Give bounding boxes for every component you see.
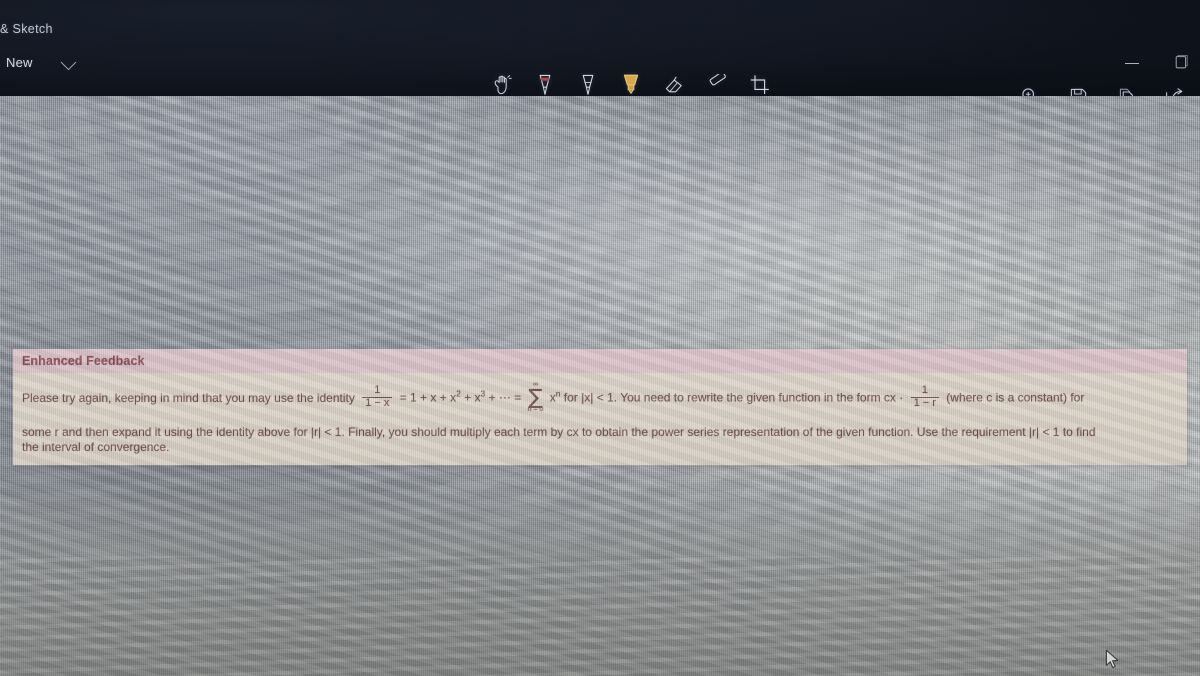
app-chrome: & Sketch New [0, 0, 1200, 108]
target-form-denominator: 1 − r [910, 397, 939, 410]
identity-condition: for |x| < 1. [563, 390, 618, 405]
summation-symbol: ∞ ∑ n = 0 [528, 381, 544, 414]
window-controls [1122, 54, 1192, 72]
target-form-prefix: cx · [883, 390, 904, 405]
chevron-down-icon[interactable] [59, 54, 81, 72]
target-form-suffix: (where c is a constant) for [946, 390, 1085, 405]
title-bar: & Sketch [0, 18, 53, 40]
new-snip-group: New [0, 52, 81, 73]
feedback-paragraph-1: Please try again, keeping in mind that y… [22, 381, 1177, 415]
identity-expansion-mid: + x [464, 390, 481, 405]
feedback-line1-intro: Please try again, keeping in mind that y… [22, 390, 355, 405]
enhanced-feedback-panel: Enhanced Feedback Please try again, keep… [12, 348, 1188, 466]
feedback-header: Enhanced Feedback [13, 349, 1187, 373]
identity-numerator: 1 [374, 384, 381, 397]
mouse-pointer [1105, 649, 1121, 676]
summation-term-exponent: n [555, 388, 561, 399]
feedback-body: Please try again, keeping in mind that y… [13, 373, 1187, 465]
feedback-paragraph-3: the interval of convergence. [22, 440, 170, 454]
minimize-button[interactable] [1122, 54, 1142, 72]
screenshot-root: & Sketch New Enhanced Feedback Please tr… [0, 0, 1200, 676]
feedback-title: Enhanced Feedback [22, 354, 145, 368]
app-title: & Sketch [0, 22, 53, 36]
snip-canvas: Enhanced Feedback Please try again, keep… [0, 96, 1200, 676]
identity-fraction: 1 1 − x [362, 384, 393, 410]
identity-expansion-tail: + ⋯ = [488, 390, 522, 405]
summation-lower-limit: n = 0 [527, 406, 544, 413]
maximize-button[interactable] [1172, 54, 1192, 72]
feedback-paragraph-2: some r and then expand it using the iden… [22, 425, 1096, 439]
screen-bottom-streaks [0, 556, 1200, 676]
new-button[interactable]: New [0, 52, 41, 73]
target-form-fraction: 1 1 − r [910, 384, 939, 410]
sigma-glyph-icon: ∑ [528, 385, 543, 409]
feedback-line1-after: You need to rewrite the given function i… [620, 390, 881, 405]
identity-exponent-2: 2 [456, 388, 461, 399]
identity-expansion-start: = 1 + x + x [399, 390, 457, 405]
identity-exponent-3: 3 [480, 388, 486, 399]
identity-denominator: 1 − x [362, 397, 393, 410]
target-form-numerator: 1 [921, 384, 928, 397]
